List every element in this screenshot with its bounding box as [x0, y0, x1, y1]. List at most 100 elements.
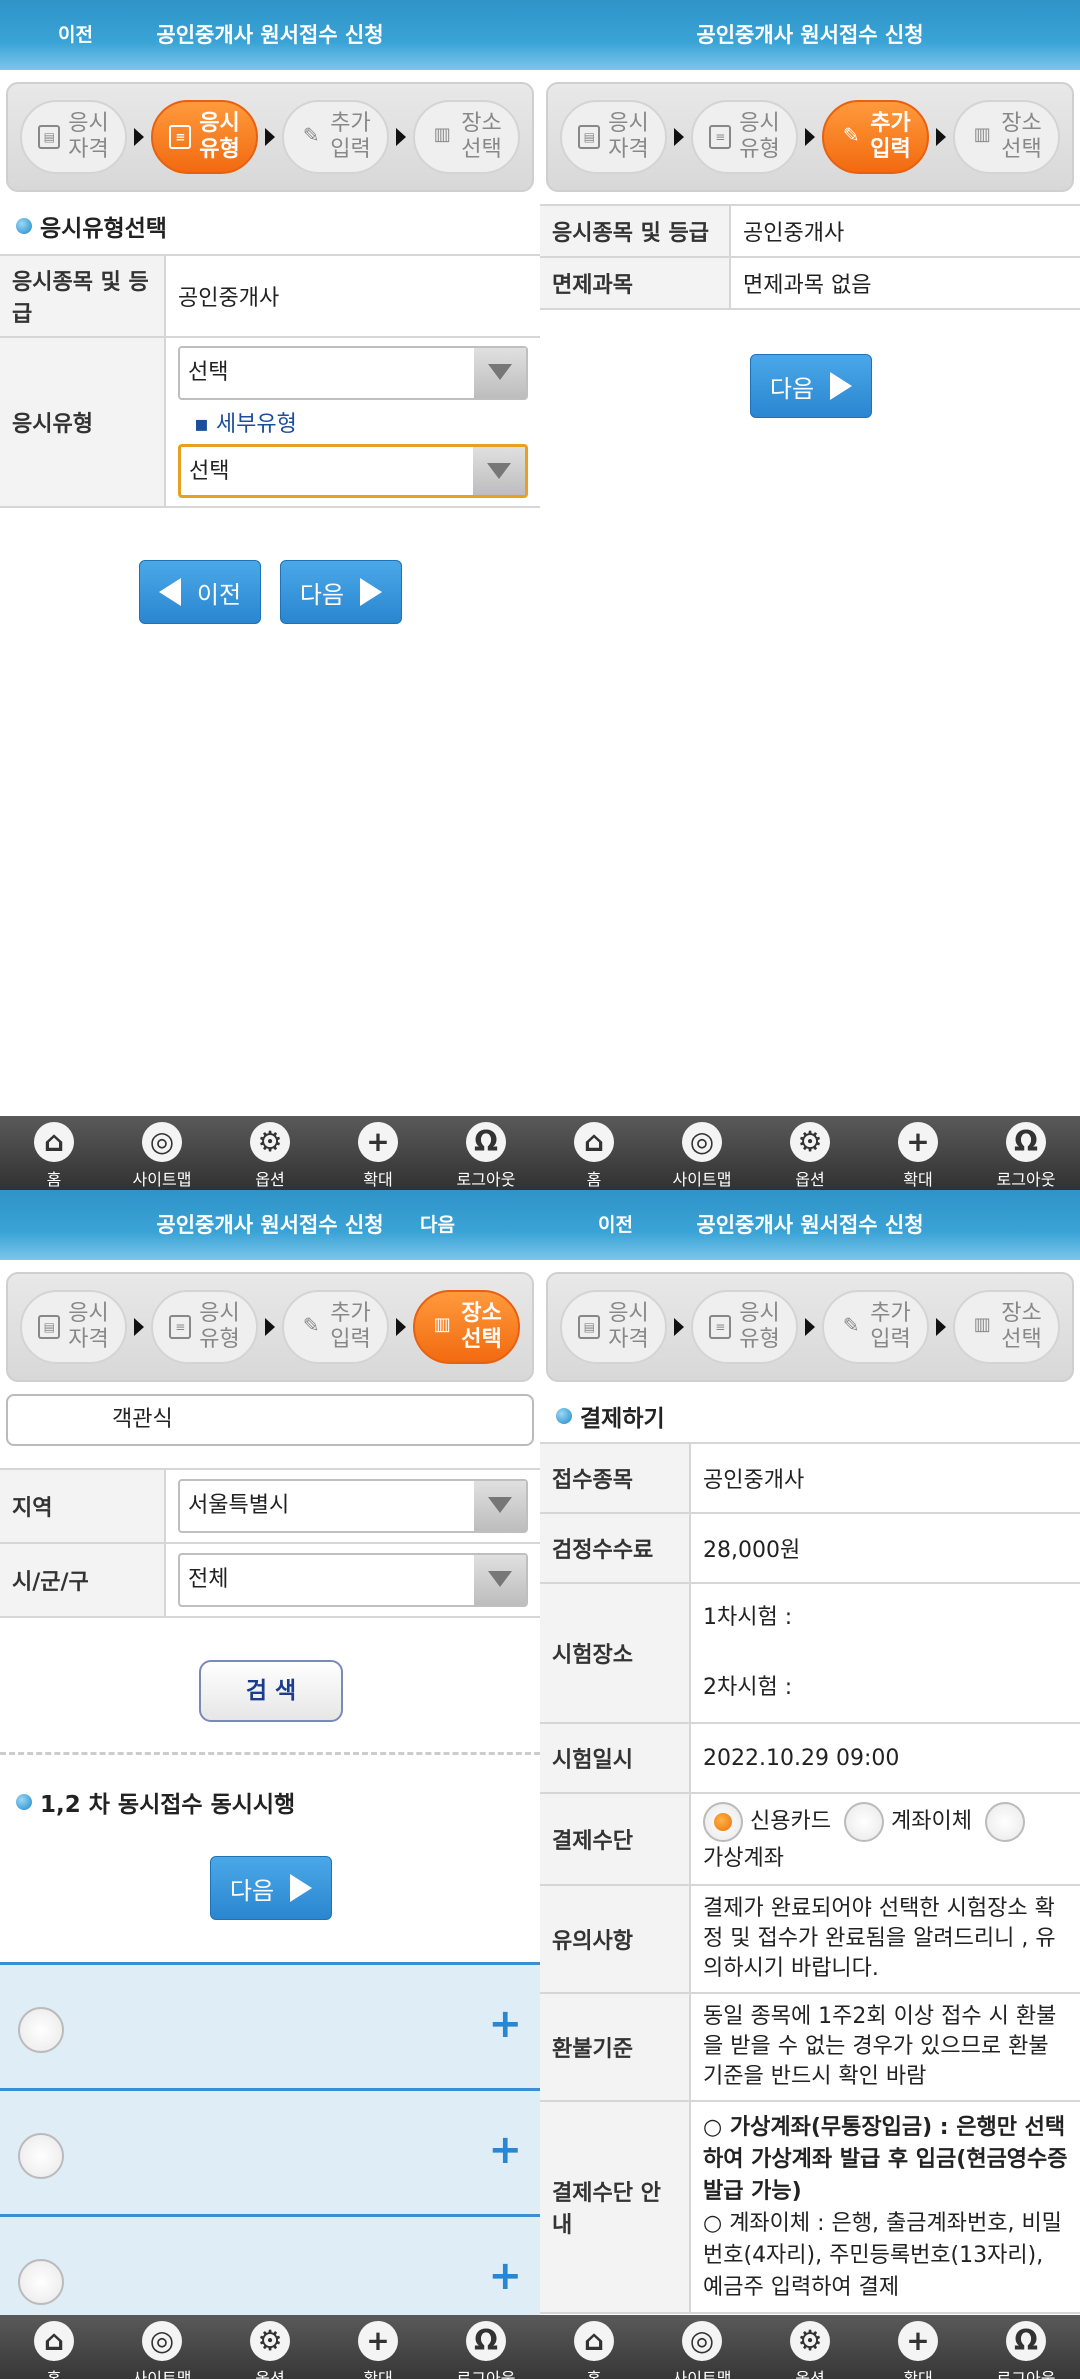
- step-label: 유형: [739, 1327, 780, 1352]
- step-label: 입력: [330, 1327, 371, 1352]
- step-place[interactable]: ▥ 장소 선택: [413, 1290, 520, 1364]
- row-label: 응시종목 및 등급: [540, 204, 731, 258]
- row-label: 시험장소: [540, 1582, 691, 1724]
- nav-sitemap[interactable]: ◎ 사이트맵: [652, 1122, 752, 1190]
- nav-label: 사이트맵: [672, 1170, 732, 1189]
- step-type[interactable]: ≡ 응시 유형: [691, 1290, 798, 1364]
- step-extra-input[interactable]: ✎ 추가 입력: [822, 1290, 929, 1364]
- nav-options[interactable]: ⚙ 옵션: [220, 1122, 320, 1190]
- plus-icon: +: [898, 1122, 938, 1162]
- nav-sitemap[interactable]: ◎ 사이트맵: [652, 2321, 752, 2379]
- radio-virtual-account[interactable]: [984, 1802, 1025, 1842]
- arrow-icon: [134, 128, 144, 146]
- row-label: 시/군/구: [0, 1542, 166, 1618]
- step-indicator: ▤ 응시 자격 ≡ 응시 유형 ✎ 추가 입력 ▥ 장소 선택: [6, 82, 534, 192]
- nav-sitemap[interactable]: ◎ 사이트맵: [112, 1122, 212, 1190]
- step-label: 유형: [739, 137, 780, 162]
- search-button[interactable]: 검 색: [199, 1660, 343, 1722]
- expand-icon[interactable]: +: [488, 2253, 522, 2299]
- step-type[interactable]: ≡ 응시 유형: [151, 1290, 258, 1364]
- row-label: 유의사항: [540, 1884, 691, 1994]
- nav-zoom[interactable]: + 확대: [328, 2321, 428, 2379]
- radio-transfer[interactable]: [843, 1802, 884, 1842]
- building-icon: ▥: [973, 1314, 991, 1335]
- page-title: 공인중개사 원서접수 신청: [696, 1213, 924, 1237]
- step-extra-input[interactable]: ✎ 추가 입력: [822, 100, 929, 174]
- bottom-nav: ⌂ 홈 ◎ 사이트맵 ⚙ 옵션 + 확대 Ω 로그아웃: [540, 1116, 1080, 1190]
- row-value: 공인중개사: [165, 254, 540, 338]
- chevron-down-icon: [474, 1555, 526, 1605]
- next-button[interactable]: 다음: [210, 1856, 332, 1920]
- nav-zoom[interactable]: + 확대: [328, 1122, 428, 1190]
- nav-logout[interactable]: Ω 로그아웃: [976, 2321, 1076, 2379]
- subtype-select[interactable]: 선택: [178, 444, 528, 498]
- prev-button[interactable]: 이전: [139, 560, 261, 624]
- step-place[interactable]: ▥ 장소 선택: [953, 1290, 1060, 1364]
- nav-label: 홈: [46, 2369, 62, 2379]
- nav-home[interactable]: ⌂ 홈: [4, 1122, 104, 1190]
- step-qualification[interactable]: ▤ 응시 자격: [560, 100, 667, 174]
- guide-virtual: ○ 가상계좌(무통장입금) : 은행만 선택하여 가상계좌 발급 후 입금(현금…: [703, 2115, 1068, 2204]
- district-select[interactable]: 전체: [178, 1553, 528, 1607]
- nav-logout[interactable]: Ω 로그아웃: [436, 1122, 536, 1190]
- row-value: 결제가 완료되어야 선택한 시험장소 확정 및 접수가 완료됨을 알려드리니 ,…: [690, 1884, 1080, 1994]
- select-value: 서울특별시: [188, 1493, 290, 1518]
- nav-sitemap[interactable]: ◎ 사이트맵: [112, 2321, 212, 2379]
- logout-icon: Ω: [466, 1122, 506, 1162]
- gear-icon: ⚙: [790, 1122, 830, 1162]
- row-label: 지역: [0, 1468, 166, 1544]
- nav-logout[interactable]: Ω 로그아웃: [436, 2321, 536, 2379]
- step-extra-input[interactable]: ✎ 추가 입력: [282, 1290, 389, 1364]
- place-option[interactable]: +: [0, 2088, 540, 2214]
- radio-button[interactable]: [18, 2259, 64, 2305]
- next-button[interactable]: 다음: [750, 354, 872, 418]
- next-link[interactable]: 다음: [420, 1190, 455, 1260]
- nav-zoom[interactable]: + 확대: [868, 2321, 968, 2379]
- globe-icon: ◎: [142, 2321, 182, 2361]
- select-value: 선택: [189, 459, 230, 484]
- radio-button[interactable]: [18, 2007, 64, 2053]
- globe-icon: ◎: [142, 1122, 182, 1162]
- step-label: 자격: [68, 137, 109, 162]
- step-qualification[interactable]: ▤ 응시 자격: [20, 100, 127, 174]
- arrow-icon: [936, 128, 946, 146]
- panel-payment: 이전 공인중개사 원서접수 신청 ▤ 응시 자격 ≡ 응시 유형 ✎ 추가 입력 ▥ 장소 선택…: [540, 1190, 1080, 2379]
- region-select[interactable]: 서울특별시: [178, 1479, 528, 1533]
- step-type[interactable]: ≡ 응시 유형: [151, 100, 258, 174]
- place-option[interactable]: +: [0, 1962, 540, 2088]
- nav-home[interactable]: ⌂ 홈: [544, 2321, 644, 2379]
- nav-logout[interactable]: Ω 로그아웃: [976, 1122, 1076, 1190]
- step-qualification[interactable]: ▤ 응시 자격: [560, 1290, 667, 1364]
- nav-label: 사이트맵: [132, 1170, 192, 1189]
- nav-label: 홈: [586, 2369, 602, 2379]
- nav-zoom[interactable]: + 확대: [868, 1122, 968, 1190]
- step-indicator: ▤ 응시 자격 ≡ 응시 유형 ✎ 추가 입력 ▥ 장소 선택: [546, 1272, 1074, 1382]
- step-qualification[interactable]: ▤ 응시 자격: [20, 1290, 127, 1364]
- bottom-nav: ⌂ 홈 ◎ 사이트맵 ⚙ 옵션 + 확대 Ω 로그아웃: [540, 2315, 1080, 2379]
- next-button[interactable]: 다음: [280, 560, 402, 624]
- nav-label: 로그아웃: [456, 2369, 516, 2379]
- row-label: 검정수수료: [540, 1512, 691, 1584]
- radio-credit-card[interactable]: [703, 1802, 743, 1842]
- home-icon: ⌂: [574, 1122, 614, 1162]
- nav-options[interactable]: ⚙ 옵션: [760, 1122, 860, 1190]
- step-extra-input[interactable]: ✎ 추가 입력: [282, 100, 389, 174]
- step-label: 선택: [1001, 1327, 1042, 1352]
- step-label: 유형: [199, 137, 240, 162]
- step-place[interactable]: ▥ 장소 선택: [413, 100, 520, 174]
- row-label: 면제과목: [540, 256, 731, 310]
- radio-button[interactable]: [18, 2133, 64, 2179]
- document-icon: ≡: [709, 125, 732, 149]
- nav-home[interactable]: ⌂ 홈: [4, 2321, 104, 2379]
- expand-icon[interactable]: +: [488, 2127, 522, 2173]
- step-place[interactable]: ▥ 장소 선택: [953, 100, 1060, 174]
- nav-home[interactable]: ⌂ 홈: [544, 1122, 644, 1190]
- step-type[interactable]: ≡ 응시 유형: [691, 100, 798, 174]
- expand-icon[interactable]: +: [488, 2001, 522, 2047]
- nav-options[interactable]: ⚙ 옵션: [220, 2321, 320, 2379]
- exam-type-tab[interactable]: 객관식: [6, 1394, 534, 1446]
- nav-options[interactable]: ⚙ 옵션: [760, 2321, 860, 2379]
- document-icon: ≡: [169, 1315, 192, 1339]
- chevron-down-icon: [473, 447, 525, 495]
- exam-type-select[interactable]: 선택: [178, 346, 528, 400]
